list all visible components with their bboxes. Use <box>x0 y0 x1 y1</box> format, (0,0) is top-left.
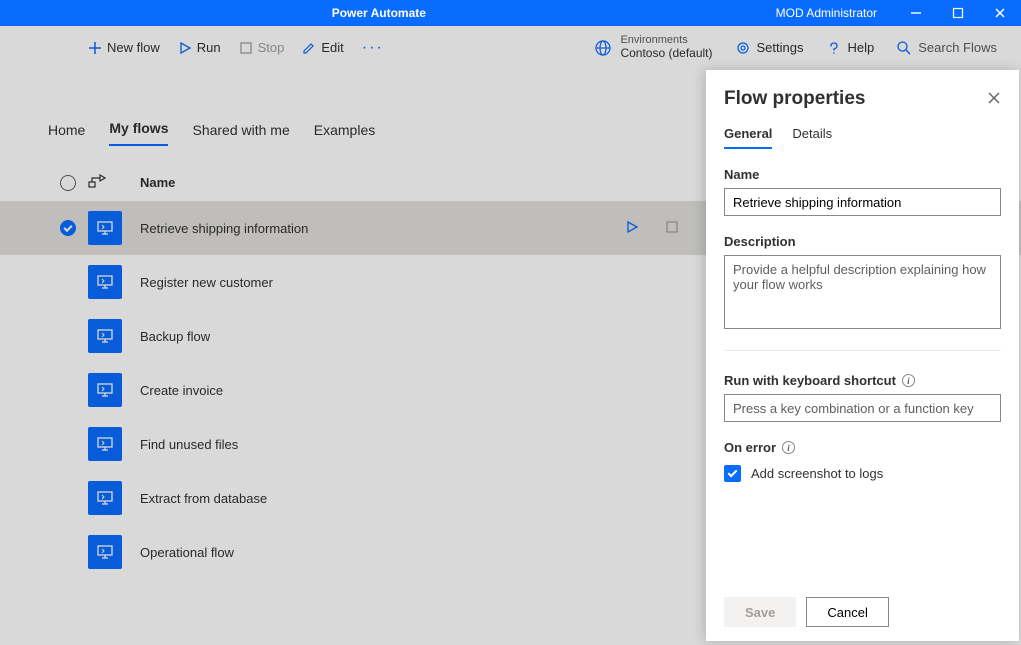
current-user[interactable]: MOD Administrator <box>758 6 895 20</box>
environment-picker[interactable]: Environments Contoso (default) <box>584 34 722 60</box>
desktop-flow-icon <box>88 265 122 299</box>
plus-icon <box>88 41 102 55</box>
description-label: Description <box>724 234 1001 249</box>
play-icon <box>178 41 192 55</box>
gear-icon <box>735 40 751 56</box>
panel-tab-general[interactable]: General <box>724 126 772 149</box>
stop-button: Stop <box>231 36 293 59</box>
row-icon <box>88 319 128 353</box>
maximize-button[interactable] <box>937 0 979 26</box>
tab-examples[interactable]: Examples <box>314 122 375 146</box>
new-flow-button[interactable]: New flow <box>80 36 168 59</box>
desktop-flow-icon <box>88 373 122 407</box>
help-label: Help <box>848 40 875 55</box>
info-icon[interactable]: i <box>902 374 915 387</box>
desktop-flow-icon <box>88 319 122 353</box>
search-placeholder: Search Flows <box>918 40 997 55</box>
window-controls <box>895 0 1021 26</box>
environment-name: Contoso (default) <box>620 47 712 61</box>
divider <box>724 350 1001 351</box>
run-button[interactable]: Run <box>170 36 229 59</box>
flow-properties-panel: Flow properties General Details Name Des… <box>706 70 1019 641</box>
flow-description-input[interactable] <box>724 255 1001 329</box>
row-icon <box>88 535 128 569</box>
shortcut-label: Run with keyboard shortcuti <box>724 373 1001 388</box>
search-icon <box>896 40 912 56</box>
stop-icon <box>665 220 679 234</box>
settings-label: Settings <box>757 40 804 55</box>
flow-type-icon <box>88 174 106 188</box>
row-icon <box>88 427 128 461</box>
select-all[interactable] <box>48 175 88 191</box>
help-icon <box>826 40 842 56</box>
checked-circle-icon <box>60 220 76 236</box>
row-select[interactable] <box>48 220 88 236</box>
column-name[interactable]: Name <box>128 175 801 190</box>
panel-tab-details[interactable]: Details <box>792 126 832 149</box>
titlebar: Power Automate MOD Administrator <box>0 0 1021 26</box>
close-panel-button[interactable] <box>987 91 1001 108</box>
help-button[interactable]: Help <box>816 40 885 56</box>
more-actions-button[interactable]: ··· <box>354 39 392 57</box>
desktop-flow-icon <box>88 481 122 515</box>
row-icon <box>88 373 128 407</box>
play-icon <box>625 220 639 234</box>
cancel-button[interactable]: Cancel <box>806 597 888 627</box>
stop-icon <box>239 41 253 55</box>
stop-label: Stop <box>258 40 285 55</box>
sort-type[interactable] <box>88 174 128 191</box>
save-button: Save <box>724 597 796 627</box>
checkbox-checked-icon <box>724 465 741 482</box>
edit-button[interactable]: Edit <box>294 36 351 59</box>
desktop-flow-icon <box>88 211 122 245</box>
screenshot-checkbox-label: Add screenshot to logs <box>751 466 883 481</box>
row-icon <box>88 481 128 515</box>
circle-icon <box>60 175 76 191</box>
panel-title: Flow properties <box>724 88 865 110</box>
shortcut-input[interactable] <box>724 394 1001 422</box>
close-icon <box>987 91 1001 105</box>
flow-name: Register new customer <box>140 275 273 290</box>
flow-name: Find unused files <box>140 437 238 452</box>
row-icon <box>88 211 128 245</box>
flow-name-input[interactable] <box>724 188 1001 216</box>
flow-name: Extract from database <box>140 491 267 506</box>
new-flow-label: New flow <box>107 40 160 55</box>
flow-name: Create invoice <box>140 383 223 398</box>
run-label: Run <box>197 40 221 55</box>
name-label: Name <box>724 167 1001 182</box>
tab-home[interactable]: Home <box>48 122 85 146</box>
tab-shared[interactable]: Shared with me <box>192 122 289 146</box>
desktop-flow-icon <box>88 535 122 569</box>
pencil-icon <box>302 41 316 55</box>
edit-label: Edit <box>321 40 343 55</box>
flow-name: Retrieve shipping information <box>140 221 308 236</box>
desktop-flow-icon <box>88 427 122 461</box>
search-button[interactable]: Search Flows <box>886 40 1007 56</box>
screenshot-checkbox[interactable]: Add screenshot to logs <box>724 465 1001 482</box>
panel-tabs: General Details <box>724 126 1001 149</box>
globe-icon <box>594 39 612 57</box>
onerror-label: On errori <box>724 440 1001 455</box>
flow-name: Backup flow <box>140 329 210 344</box>
settings-button[interactable]: Settings <box>725 40 814 56</box>
toolbar: New flow Run Stop Edit ··· Environments … <box>0 26 1021 70</box>
flow-name: Operational flow <box>140 545 234 560</box>
tab-my-flows[interactable]: My flows <box>109 120 168 146</box>
close-window-button[interactable] <box>979 0 1021 26</box>
row-stop-button <box>665 220 679 237</box>
row-icon <box>88 265 128 299</box>
row-run-button[interactable] <box>625 220 639 237</box>
info-icon[interactable]: i <box>782 441 795 454</box>
minimize-button[interactable] <box>895 0 937 26</box>
app-title: Power Automate <box>0 6 758 20</box>
